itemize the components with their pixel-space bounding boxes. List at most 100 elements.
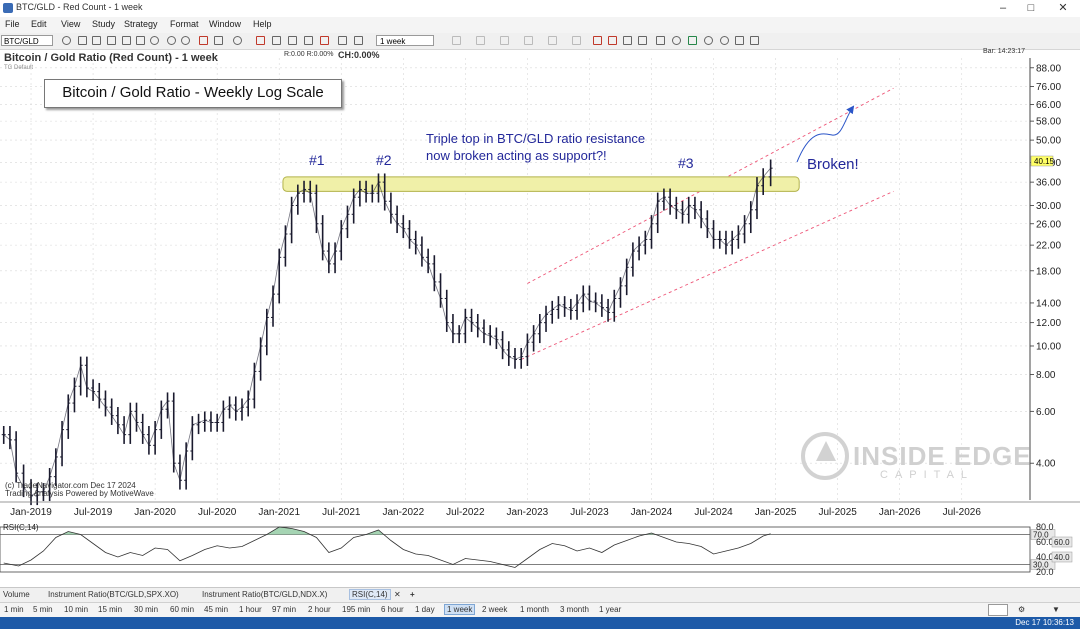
tf-15min[interactable]: 15 min [96,605,124,614]
rsi-pane [0,526,1031,573]
menu-study[interactable]: Study [92,19,115,29]
settings-gear-icon[interactable]: ⚙ [1016,605,1027,614]
tool-n-icon[interactable] [704,36,713,45]
redo-icon[interactable] [181,36,190,45]
tool-l-icon[interactable] [672,36,681,45]
triple-top-note-line1: Triple top in BTC/GLD ratio resistance [426,131,645,146]
tool-p-icon[interactable] [735,36,744,45]
rsi-tick-label: 20.0 [1036,567,1054,577]
tf-1day[interactable]: 1 day [413,605,437,614]
price-chart[interactable]: 4.00 6.00 8.00 10.00 12.00 14.00 18.00 22.00 26.… [0,50,1080,587]
tab-rsi[interactable]: RSI(C,14) [349,589,391,600]
y-tick-label: 18.00 [1036,266,1061,277]
x-tick-label: Jul-2022 [446,507,485,518]
tf-195min[interactable]: 195 min [340,605,372,614]
tool-h-icon[interactable] [608,36,617,45]
y-tick-label: 30.00 [1036,201,1061,212]
tool-b-icon[interactable] [476,36,485,45]
drawing-tools-icon[interactable] [199,36,208,45]
tf-5min[interactable]: 5 min [31,605,55,614]
x-tick-label: Jul-2026 [943,507,982,518]
camera-icon[interactable] [150,36,159,45]
app-icon [3,3,13,13]
undo-icon[interactable] [167,36,176,45]
y-tick-label: 88.00 [1036,63,1061,74]
x-tick-label: Jul-2021 [322,507,361,518]
tf-3month[interactable]: 3 month [558,605,591,614]
scroll-right-icon[interactable]: ▼ [1050,605,1062,614]
interval-select[interactable]: 1 week [376,35,434,46]
tab-close-icon[interactable]: ✕ [394,590,401,599]
indicator-icon[interactable] [320,36,329,45]
tab-volume[interactable]: Volume [3,590,30,599]
menu-window[interactable]: Window [209,19,241,29]
maximize-icon[interactable]: □ [1018,1,1044,15]
tool-d-icon[interactable] [524,36,533,45]
tf-97min[interactable]: 97 min [270,605,298,614]
menu-bar: File Edit View Study Strategy Format Win… [0,17,1080,33]
top-3-label: #3 [678,155,694,171]
tool-k-icon[interactable] [656,36,665,45]
menu-edit[interactable]: Edit [31,19,47,29]
add-tab-icon[interactable]: + [410,590,415,599]
close-icon[interactable]: ✕ [1050,1,1076,15]
compare-icon[interactable] [354,36,363,45]
x-tick-label: Jan-2026 [879,507,921,518]
tool-o-icon[interactable] [720,36,729,45]
menu-file[interactable]: File [5,19,20,29]
tf-60min[interactable]: 60 min [168,605,196,614]
window-title: BTC/GLD - Red Count - 1 week [16,2,143,12]
tf-1min[interactable]: 1 min [2,605,26,614]
symbol-input[interactable]: BTC/GLD [1,35,53,46]
menu-help[interactable]: Help [253,19,272,29]
search-icon[interactable] [62,36,71,45]
tool-q-icon[interactable] [750,36,759,45]
scroll-left-icon[interactable] [988,604,1008,616]
top-1-label: #1 [309,152,325,168]
tab-ratio-ndx[interactable]: Instrument Ratio(BTC/GLD,NDX.X) [202,590,327,599]
tool-m-icon[interactable] [688,36,697,45]
tool-c-icon[interactable] [500,36,509,45]
tf-45min[interactable]: 45 min [202,605,230,614]
print-icon[interactable] [122,36,131,45]
tab-ratio-spx[interactable]: Instrument Ratio(BTC/GLD,SPX.XO) [48,590,179,599]
save-icon[interactable] [107,36,116,45]
tf-6hour[interactable]: 6 hour [379,605,406,614]
x-tick-label: Jul-2019 [74,507,113,518]
tool-g-icon[interactable] [593,36,602,45]
x-tick-label: Jan-2020 [134,507,176,518]
bar-style-icon[interactable] [288,36,297,45]
tf-1hour[interactable]: 1 hour [237,605,264,614]
layout-icon[interactable] [338,36,347,45]
status-datetime: Dec 17 10:36:13 [1015,618,1074,627]
x-tick-label: Jul-2023 [570,507,609,518]
y-tick-label: 6.00 [1036,407,1056,418]
tf-30min[interactable]: 30 min [132,605,160,614]
settings-icon[interactable] [233,36,242,45]
menu-view[interactable]: View [61,19,80,29]
watermark-line2: CAPITAL [880,469,975,481]
candle-style-icon[interactable] [304,36,313,45]
chart-annotation-title: Bitcoin / Gold Ratio - Weekly Log Scale [44,79,342,108]
copy-icon[interactable] [136,36,145,45]
menu-format[interactable]: Format [170,19,199,29]
indicator-tab-bar: Volume Instrument Ratio(BTC/GLD,SPX.XO) … [0,587,1080,602]
menu-strategy[interactable]: Strategy [124,19,158,29]
pencil-icon[interactable] [256,36,265,45]
crosshair-icon[interactable] [214,36,223,45]
tf-1month[interactable]: 1 month [518,605,551,614]
tf-1week[interactable]: 1 week [444,604,476,615]
tf-2hour[interactable]: 2 hour [306,605,333,614]
tf-2week[interactable]: 2 week [480,605,509,614]
open-icon[interactable] [92,36,101,45]
tool-f-icon[interactable] [572,36,581,45]
tool-i-icon[interactable] [623,36,632,45]
minimize-icon[interactable]: – [990,1,1016,15]
tool-e-icon[interactable] [548,36,557,45]
new-chart-icon[interactable] [78,36,87,45]
tf-10min[interactable]: 10 min [62,605,90,614]
tool-j-icon[interactable] [638,36,647,45]
tool-a-icon[interactable] [452,36,461,45]
tf-1year[interactable]: 1 year [597,605,623,614]
zoom-icon[interactable] [272,36,281,45]
